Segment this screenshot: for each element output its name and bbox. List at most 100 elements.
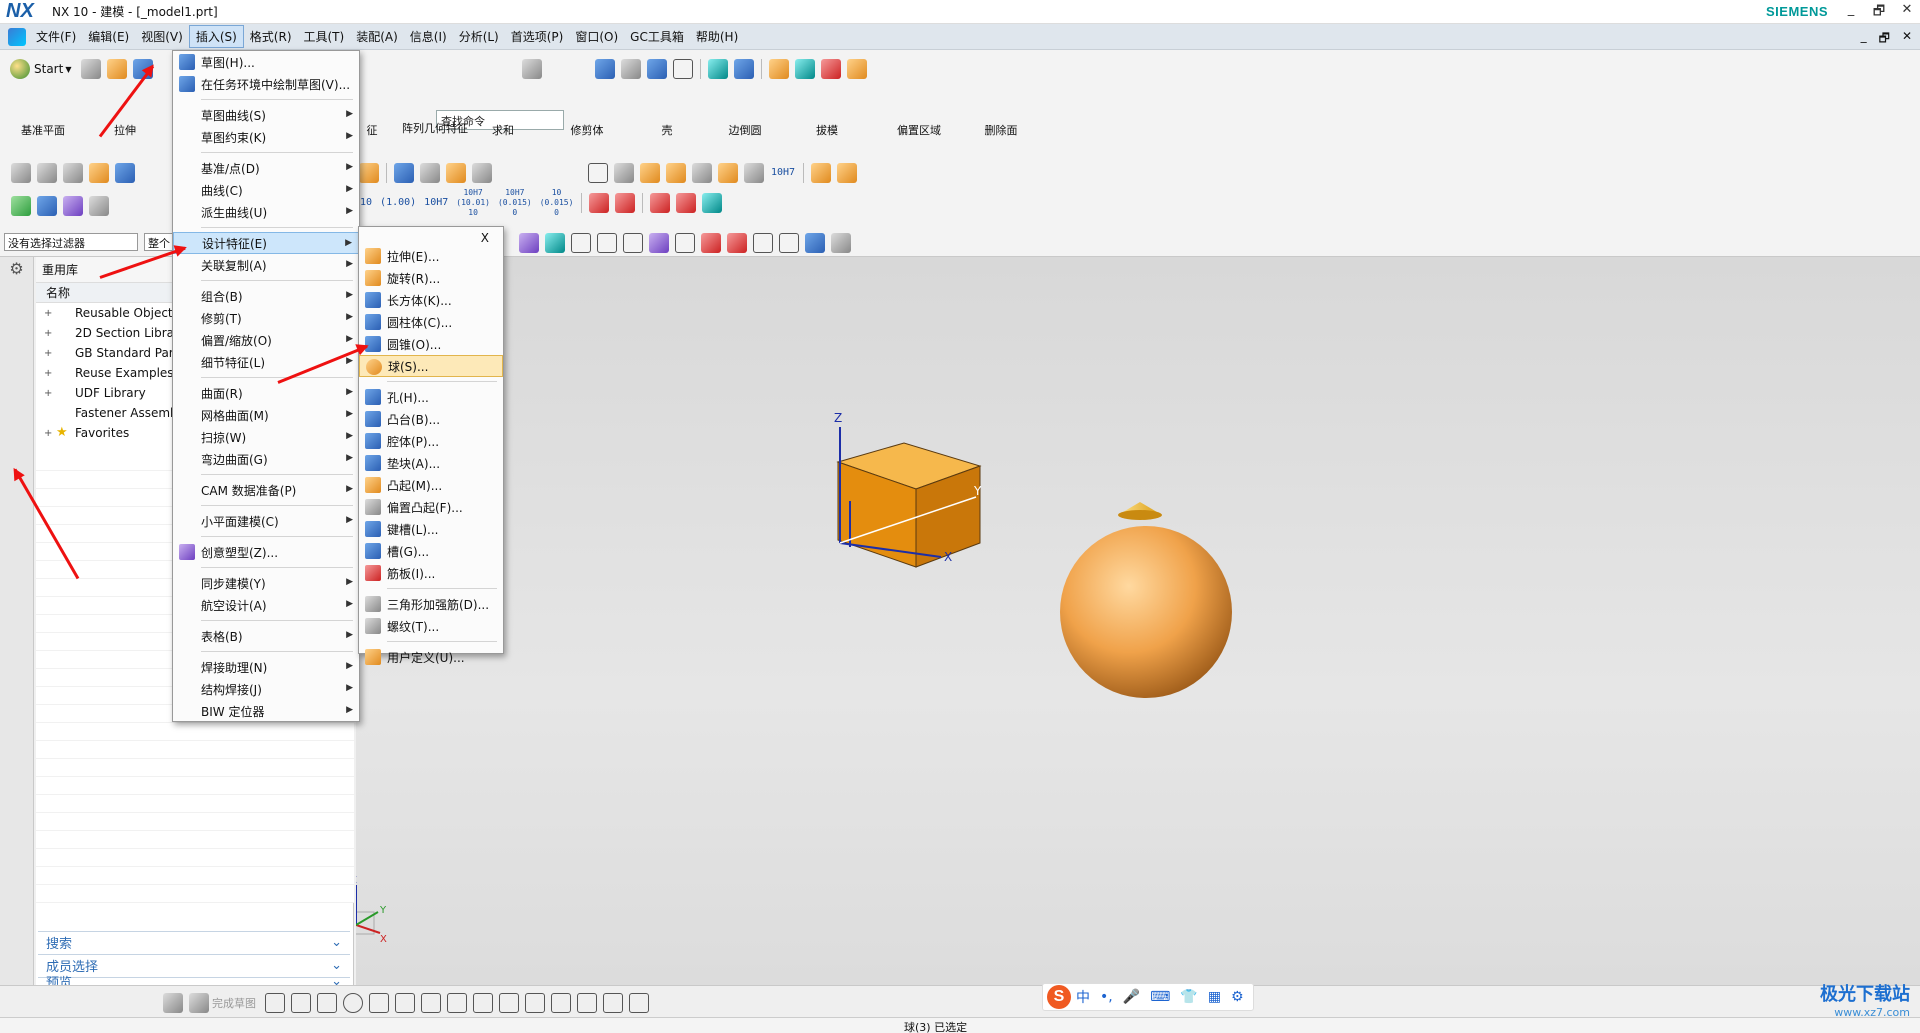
- design-feature-item[interactable]: 旋转(R)...: [359, 267, 503, 289]
- snap-icon[interactable]: [769, 59, 789, 79]
- menu-view[interactable]: 视图(V): [135, 26, 189, 47]
- system-materials-icon[interactable]: [5, 583, 29, 607]
- show-hide-icon[interactable]: [89, 163, 109, 183]
- datum-feature-icon[interactable]: [589, 193, 610, 213]
- dimension-icon[interactable]: [744, 163, 764, 183]
- new-file-icon[interactable]: [81, 59, 102, 79]
- edge-blend-button[interactable]: 边倒圆: [710, 88, 780, 148]
- menu-edit[interactable]: 编辑(E): [82, 26, 135, 47]
- partial-button[interactable]: 征: [360, 88, 384, 148]
- axis-icon[interactable]: [89, 196, 109, 216]
- ime-language[interactable]: 中: [1076, 987, 1090, 1007]
- insert-menu-item[interactable]: BIW 定位器 ▶: [173, 700, 359, 722]
- weld-icon[interactable]: [472, 163, 492, 183]
- insert-menu-item[interactable]: 曲线(C) ▶: [173, 179, 359, 201]
- diameter-2-icon[interactable]: [676, 193, 697, 213]
- insert-menu-item[interactable]: 创意塑型(Z)...: [173, 541, 359, 563]
- design-feature-item[interactable]: 凸起(M)...: [359, 474, 503, 496]
- edit-object-icon[interactable]: [115, 163, 135, 183]
- menu-format[interactable]: 格式(R): [244, 26, 298, 47]
- insert-menu-item[interactable]: 派生曲线(U) ▶: [173, 201, 359, 223]
- grid-icon[interactable]: [63, 196, 83, 216]
- menu-file[interactable]: 文件(F): [30, 26, 82, 47]
- sphere-body[interactable]: [1060, 526, 1232, 698]
- finish-sketch-label[interactable]: 完成草图: [212, 995, 256, 1011]
- insert-menu-item[interactable]: 焊接助理(N) ▶: [173, 656, 359, 678]
- mirror-curve-icon[interactable]: [629, 993, 649, 1013]
- finish-sketch-icon[interactable]: [189, 993, 209, 1013]
- offset-region-button[interactable]: 偏置区域: [884, 88, 954, 148]
- design-feature-item[interactable]: 筋板(I)...: [359, 562, 503, 584]
- shell-button[interactable]: 壳: [632, 88, 702, 148]
- snap-points-icon[interactable]: [519, 233, 539, 253]
- insert-menu-item[interactable]: 在任务环境中绘制草图(V)...: [173, 73, 359, 95]
- circle-icon[interactable]: [343, 993, 363, 1013]
- menu-gc-toolbox[interactable]: GC工具箱: [624, 26, 690, 47]
- design-feature-item[interactable]: 球(S)...: [359, 355, 503, 377]
- insert-menu-item[interactable]: 设计特征(E) ▶: [173, 232, 359, 254]
- snap-control-icon[interactable]: [649, 233, 669, 253]
- snap-end-icon[interactable]: [545, 233, 565, 253]
- snap-line-icon[interactable]: [571, 233, 591, 253]
- arc-icon[interactable]: [317, 993, 337, 1013]
- make-corner-icon[interactable]: [577, 993, 597, 1013]
- assembly-2-icon[interactable]: [837, 163, 858, 183]
- unite-button[interactable]: 求和: [468, 88, 538, 148]
- roles-icon[interactable]: [5, 667, 29, 691]
- insert-menu-item[interactable]: 扫掠(W) ▶: [173, 426, 359, 448]
- insert-menu-item[interactable]: 修剪(T) ▶: [173, 307, 359, 329]
- draft-button[interactable]: 拔模: [792, 88, 862, 148]
- settings-icon[interactable]: ⚙: [1231, 989, 1244, 1005]
- diameter-icon[interactable]: [650, 193, 671, 213]
- skin-icon[interactable]: 👕: [1180, 989, 1197, 1005]
- new-doc-icon[interactable]: [522, 59, 543, 79]
- gear-part-icon[interactable]: [666, 163, 686, 183]
- insert-menu-item[interactable]: 结构焊接(J) ▶: [173, 678, 359, 700]
- shaded-cube-icon[interactable]: [647, 59, 667, 79]
- snap-center-icon[interactable]: [701, 233, 721, 253]
- design-feature-item[interactable]: 三角形加强筋(D)...: [359, 593, 503, 615]
- design-feature-item[interactable]: 拉伸(E)...: [359, 245, 503, 267]
- insert-menu-item[interactable]: 草图(H)...: [173, 51, 359, 73]
- fit-label-10-tol[interactable]: 10 (0.015) 0: [540, 188, 574, 218]
- insert-menu-item[interactable]: 航空设计(A) ▶: [173, 594, 359, 616]
- open-folder-icon[interactable]: [107, 59, 128, 79]
- fit-label-10h7-a[interactable]: 10H7 (10.01) 10: [456, 188, 490, 218]
- punctuation-icon[interactable]: •,: [1100, 989, 1113, 1005]
- menu-window[interactable]: 窗口(O): [569, 26, 624, 47]
- keyboard-icon[interactable]: ⌨: [1150, 989, 1170, 1005]
- menu-analysis[interactable]: 分析(L): [453, 26, 505, 47]
- fit-label-1[interactable]: (1.00): [380, 198, 416, 208]
- wcs-icon[interactable]: [795, 59, 815, 79]
- insert-menu-item[interactable]: 曲面(R) ▶: [173, 382, 359, 404]
- insert-menu-item[interactable]: 表格(B) ▶: [173, 625, 359, 647]
- trim-body-button[interactable]: 修剪体: [552, 88, 622, 148]
- extrude-button[interactable]: 拉伸: [90, 88, 160, 148]
- menu-insert[interactable]: 插入(S): [188, 25, 244, 48]
- design-feature-item[interactable]: 键槽(L)...: [359, 518, 503, 540]
- layers-icon[interactable]: [37, 163, 57, 183]
- web-browser-icon[interactable]: [5, 499, 29, 523]
- expand-icon[interactable]: +: [44, 368, 56, 379]
- insert-menu-item[interactable]: 小平面建模(C) ▶: [173, 510, 359, 532]
- snap-face-icon[interactable]: [805, 233, 825, 253]
- ime-toolbar[interactable]: S 中 •, 🎤 ⌨ 👕 ▦ ⚙: [1042, 983, 1254, 1011]
- block-body[interactable]: [836, 442, 982, 568]
- snap-intersect-icon[interactable]: [675, 233, 695, 253]
- selection-scope-select[interactable]: 整个: [144, 233, 174, 251]
- section-view-icon[interactable]: [734, 59, 754, 79]
- orient-view-icon[interactable]: [708, 59, 728, 79]
- line-icon[interactable]: [291, 993, 311, 1013]
- render-style-icon[interactable]: [621, 59, 641, 79]
- close-button[interactable]: ✕: [1900, 2, 1914, 24]
- fit-label-10h7-b[interactable]: 10H7 (0.015) 0: [498, 188, 532, 218]
- fit-view-icon[interactable]: [595, 59, 615, 79]
- quick-extend-icon[interactable]: [551, 993, 571, 1013]
- system-scenes-icon[interactable]: [5, 709, 29, 733]
- menu-preferences[interactable]: 首选项(P): [505, 26, 570, 47]
- check-icon[interactable]: [11, 196, 31, 216]
- doc-close-button[interactable]: ✕: [1902, 29, 1912, 50]
- history-icon[interactable]: [5, 541, 29, 565]
- coin-icon[interactable]: [446, 163, 466, 183]
- expand-icon[interactable]: +: [44, 308, 56, 319]
